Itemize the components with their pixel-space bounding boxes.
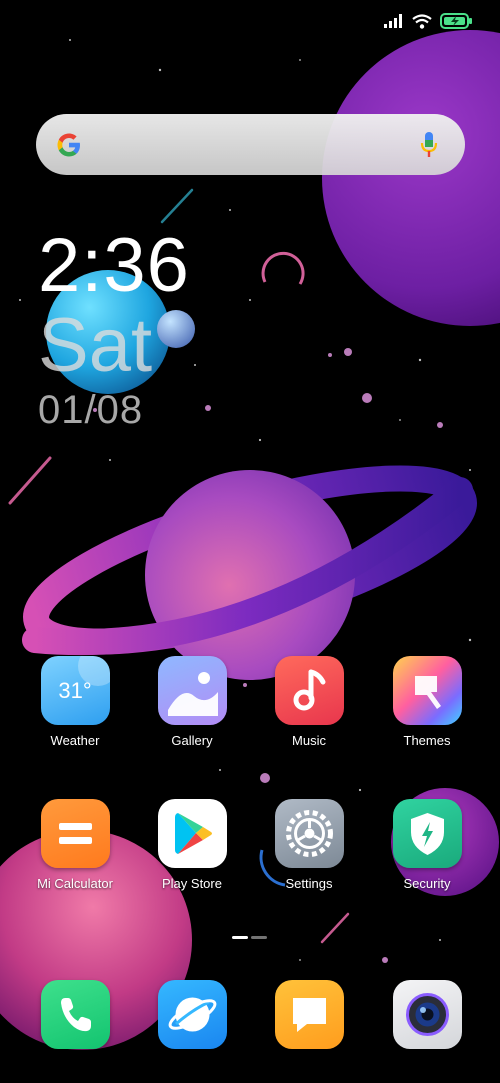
app-themes[interactable]: Themes (372, 656, 482, 748)
app-weather[interactable]: 31° Weather (20, 656, 130, 748)
security-icon (392, 799, 462, 868)
music-icon (274, 656, 344, 725)
page-dot-active (232, 936, 248, 939)
app-music[interactable]: Music (254, 656, 364, 748)
app-label: Security (403, 876, 451, 891)
app-mi-calculator[interactable]: Mi Calculator (20, 799, 130, 891)
browser-icon (157, 980, 227, 1049)
app-security[interactable]: Security (372, 799, 482, 891)
calculator-icon (40, 799, 110, 868)
app-label: Mi Calculator (37, 876, 113, 891)
messages-icon (274, 980, 344, 1049)
clock-time: 2:36 (38, 223, 190, 308)
page-dot (251, 936, 267, 939)
clock-day: Sat (38, 303, 153, 388)
dock-messages[interactable] (254, 980, 364, 1049)
page-indicator (232, 936, 267, 939)
status-bar (384, 10, 472, 32)
app-settings[interactable]: Settings (254, 799, 364, 891)
app-play-store[interactable]: Play Store (137, 799, 247, 891)
app-gallery[interactable]: Gallery (137, 656, 247, 748)
dock-browser[interactable] (137, 980, 247, 1049)
play-store-icon (157, 799, 227, 868)
themes-icon (392, 656, 462, 725)
clock-date: 01/08 (38, 388, 144, 432)
app-label: Weather (50, 733, 100, 748)
signal-bars-icon (384, 14, 402, 28)
gallery-icon (157, 656, 227, 725)
dock-camera[interactable] (372, 980, 482, 1049)
camera-icon (392, 980, 462, 1049)
dock-phone[interactable] (20, 980, 130, 1049)
battery-charging-icon (440, 13, 472, 29)
app-label: Music (292, 733, 326, 748)
weather-icon: 31° (40, 656, 110, 725)
google-g-logo (57, 133, 80, 156)
wifi-icon (412, 13, 432, 29)
app-label: Themes (403, 733, 451, 748)
weather-temperature: 31° (58, 677, 92, 703)
phone-icon (40, 980, 110, 1049)
google-search-bar[interactable] (36, 114, 465, 175)
microphone-icon[interactable] (419, 131, 439, 159)
app-label: Settings (285, 876, 333, 891)
clock-widget[interactable]: 2:36 Sat 01/08 (38, 223, 190, 432)
app-label: Gallery (171, 733, 213, 748)
app-label: Play Store (162, 876, 222, 891)
settings-icon (274, 799, 344, 868)
